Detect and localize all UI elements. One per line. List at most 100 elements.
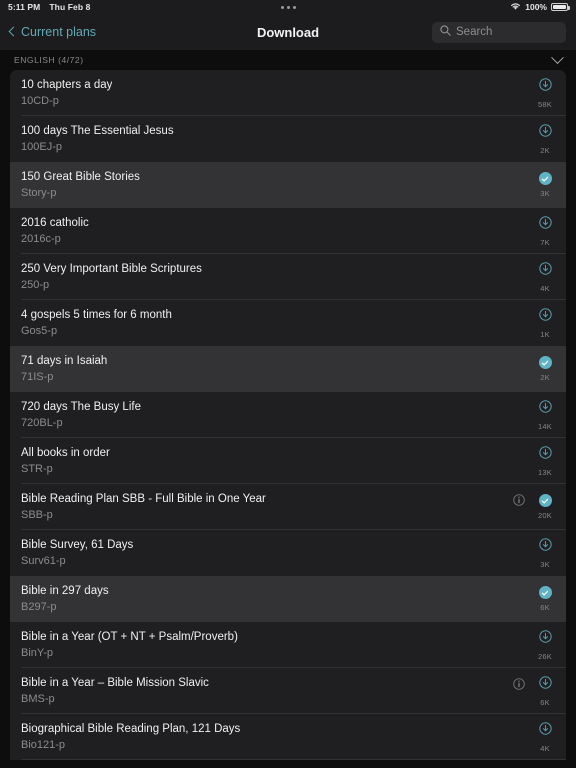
plan-code: 10CD-p xyxy=(21,95,59,107)
plan-row-actions: 14K xyxy=(524,399,556,431)
plan-row-text: All books in order STR-p xyxy=(21,447,110,475)
plan-row-text: 2016 catholic 2016c-p xyxy=(21,217,89,245)
download-icon[interactable] xyxy=(538,445,552,464)
download-icon-stack[interactable]: 1K xyxy=(534,307,556,339)
plan-row[interactable]: 4 gospels 5 times for 6 month Gos5-p 1K xyxy=(10,300,566,346)
download-icon[interactable] xyxy=(538,307,552,326)
plan-row-actions: 20K xyxy=(503,493,556,522)
plan-title: 4 gospels 5 times for 6 month xyxy=(21,309,172,321)
plan-code: Surv61-p xyxy=(21,555,66,567)
download-icon-stack[interactable]: 6K xyxy=(534,675,556,707)
search-icon xyxy=(440,23,451,41)
plan-title: Bible in 297 days xyxy=(21,585,109,597)
plan-row[interactable]: 10 chapters a day 10CD-p 58K xyxy=(10,70,566,116)
status-bar: 5:11 PM Thu Feb 8 100% xyxy=(0,0,576,14)
plan-code: Story-p xyxy=(21,187,57,199)
status-date: Thu Feb 8 xyxy=(49,2,91,12)
download-icon[interactable] xyxy=(538,537,552,556)
download-icon-stack[interactable]: 7K xyxy=(534,215,556,247)
plan-code: 250-p xyxy=(21,279,50,291)
plan-row[interactable]: 71 days in Isaiah 71IS-p 2K xyxy=(10,346,566,392)
plan-code: STR-p xyxy=(21,463,53,475)
navigation-bar: Current plans Download xyxy=(0,14,576,50)
chevron-left-icon xyxy=(8,26,19,37)
download-icon-stack[interactable]: 4K xyxy=(534,721,556,753)
plan-size: 26K xyxy=(538,651,552,661)
download-icon[interactable] xyxy=(538,399,552,418)
download-icon-stack[interactable]: 26K xyxy=(534,629,556,661)
checkmark-badge xyxy=(538,494,552,507)
plan-row-text: 71 days in Isaiah 71IS-p xyxy=(21,355,107,383)
plan-title: Bible Survey, 61 Days xyxy=(21,539,134,551)
plan-row[interactable]: Bible in 297 days B297-p 6K xyxy=(10,576,566,622)
plan-title: Bible Reading Plan SBB - Full Bible in O… xyxy=(21,493,266,505)
download-icon[interactable] xyxy=(538,675,552,694)
plan-code: B297-p xyxy=(21,601,57,613)
plan-title: 720 days The Busy Life xyxy=(21,401,141,413)
plan-row-actions: 7K xyxy=(524,215,556,247)
info-icon[interactable] xyxy=(513,493,525,511)
plan-row-actions: 1K xyxy=(524,307,556,339)
section-title: ENGLISH (4/72) xyxy=(14,55,84,65)
downloaded-check-icon-stack[interactable]: 3K xyxy=(534,172,556,198)
section-header[interactable]: ENGLISH (4/72) xyxy=(0,50,576,70)
checkmark-badge xyxy=(538,172,552,185)
downloaded-check-icon-stack[interactable]: 2K xyxy=(534,356,556,382)
download-icon[interactable] xyxy=(538,721,552,740)
search-input[interactable] xyxy=(456,26,558,38)
download-icon[interactable] xyxy=(538,261,552,280)
three-dots-icon xyxy=(280,5,296,9)
downloaded-check-icon-stack[interactable]: 20K xyxy=(534,494,556,520)
plan-row[interactable]: All books in order STR-p 13K xyxy=(10,438,566,484)
plan-row[interactable]: 150 Great Bible Stories Story-p 3K xyxy=(10,162,566,208)
download-icon-stack[interactable]: 13K xyxy=(534,445,556,477)
back-button[interactable]: Current plans xyxy=(8,25,96,39)
checkmark-badge xyxy=(538,586,552,599)
chevron-down-icon[interactable] xyxy=(551,50,564,64)
plan-row[interactable]: 2016 catholic 2016c-p 7K xyxy=(10,208,566,254)
battery-percent-label: 100% xyxy=(525,2,547,12)
download-icon-stack[interactable]: 3K xyxy=(534,537,556,569)
plan-code: BMS-p xyxy=(21,693,55,705)
plan-code: 2016c-p xyxy=(21,233,61,245)
plan-row[interactable]: Bible in a Year (OT + NT + Psalm/Proverb… xyxy=(10,622,566,668)
plan-row-text: 10 chapters a day 10CD-p xyxy=(21,79,112,107)
plan-row[interactable]: Bible in a Year – Bible Mission Slavic BM… xyxy=(10,668,566,714)
download-icon[interactable] xyxy=(538,77,552,96)
plan-row-actions: 4K xyxy=(524,261,556,293)
plan-row[interactable]: 100 days The Essential Jesus 100EJ-p 2K xyxy=(10,116,566,162)
plan-title: 71 days in Isaiah xyxy=(21,355,108,367)
plan-title: 2016 catholic xyxy=(21,217,89,229)
info-icon[interactable] xyxy=(513,677,525,695)
download-icon-stack[interactable]: 2K xyxy=(534,123,556,155)
plan-row-actions: 58K xyxy=(524,77,556,109)
plan-title: 150 Great Bible Stories xyxy=(21,171,140,183)
plan-row[interactable]: Bible Reading Plan SBB - Full Bible in O… xyxy=(10,484,566,530)
download-icon-stack[interactable]: 14K xyxy=(534,399,556,431)
plan-row-actions: 26K xyxy=(524,629,556,661)
download-icon-stack[interactable]: 58K xyxy=(534,77,556,109)
download-icon[interactable] xyxy=(538,629,552,648)
plan-size: 3K xyxy=(540,189,550,198)
download-icon-stack[interactable]: 4K xyxy=(534,261,556,293)
status-time: 5:11 PM xyxy=(8,2,41,12)
plan-title: 100 days The Essential Jesus xyxy=(21,125,174,137)
plan-size: 6K xyxy=(540,603,550,612)
plan-row[interactable]: 250 Very Important Bible Scriptures 250-p… xyxy=(10,254,566,300)
plan-row-actions: 2K xyxy=(524,356,556,382)
plan-row-text: Biographical Bible Reading Plan, 121 Day… xyxy=(21,723,240,751)
plan-row-text: Bible Reading Plan SBB - Full Bible in O… xyxy=(21,493,266,521)
plan-row-text: Bible in a Year – Bible Mission Slavic BM… xyxy=(21,677,209,705)
plan-size: 3K xyxy=(540,559,550,569)
download-icon[interactable] xyxy=(538,123,552,142)
search-field[interactable] xyxy=(432,21,566,43)
download-icon[interactable] xyxy=(538,215,552,234)
plan-row[interactable]: 720 days The Busy Life 720BL-p 14K xyxy=(10,392,566,438)
plan-row[interactable]: Bible Survey, 61 Days Surv61-p 3K xyxy=(10,530,566,576)
plan-title: Biographical Bible Reading Plan, 121 Day… xyxy=(21,723,241,735)
downloaded-check-icon-stack[interactable]: 6K xyxy=(534,586,556,612)
plan-size: 4K xyxy=(540,283,550,293)
plan-row-text: 4 gospels 5 times for 6 month Gos5-p xyxy=(21,309,172,337)
plan-row[interactable]: Biographical Bible Reading Plan, 121 Day… xyxy=(10,714,566,760)
plan-title: 10 chapters a day xyxy=(21,79,113,91)
